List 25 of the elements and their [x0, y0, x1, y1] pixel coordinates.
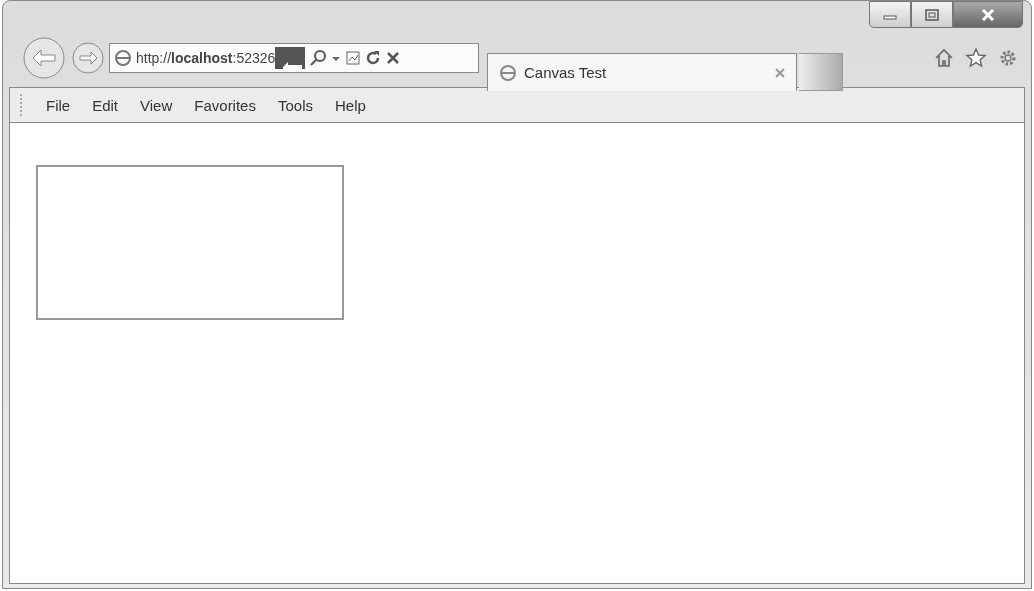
maximize-button[interactable] — [911, 1, 953, 28]
home-icon[interactable] — [933, 47, 955, 69]
forward-button[interactable] — [71, 41, 105, 75]
minimize-button[interactable] — [869, 1, 911, 28]
search-icon[interactable] — [309, 49, 328, 67]
page-icon — [114, 49, 132, 67]
star-icon[interactable] — [965, 47, 987, 69]
page-icon — [498, 62, 518, 83]
close-button[interactable] — [953, 1, 1023, 28]
address-bar[interactable]: http://localhost:52326 — [109, 43, 479, 73]
menu-item[interactable]: Tools — [277, 96, 313, 114]
compatibility-icon[interactable] — [345, 49, 362, 67]
url-text: http://localhost:52326 — [136, 50, 276, 66]
close-tab-icon[interactable] — [774, 66, 786, 79]
menu-item[interactable]: View — [140, 96, 173, 114]
cursor-icon — [275, 47, 306, 69]
menu-item[interactable]: Edit — [92, 96, 119, 114]
browser-tab[interactable]: Canvas Test — [487, 53, 797, 91]
close-icon — [980, 8, 996, 21]
refresh-icon[interactable] — [365, 49, 382, 67]
menu-item[interactable]: Favorites — [194, 96, 256, 114]
new-tab-button[interactable] — [799, 53, 843, 91]
menu-item[interactable]: File — [46, 96, 71, 114]
menu-item[interactable]: Help — [335, 96, 366, 114]
maximize-icon — [925, 8, 939, 21]
